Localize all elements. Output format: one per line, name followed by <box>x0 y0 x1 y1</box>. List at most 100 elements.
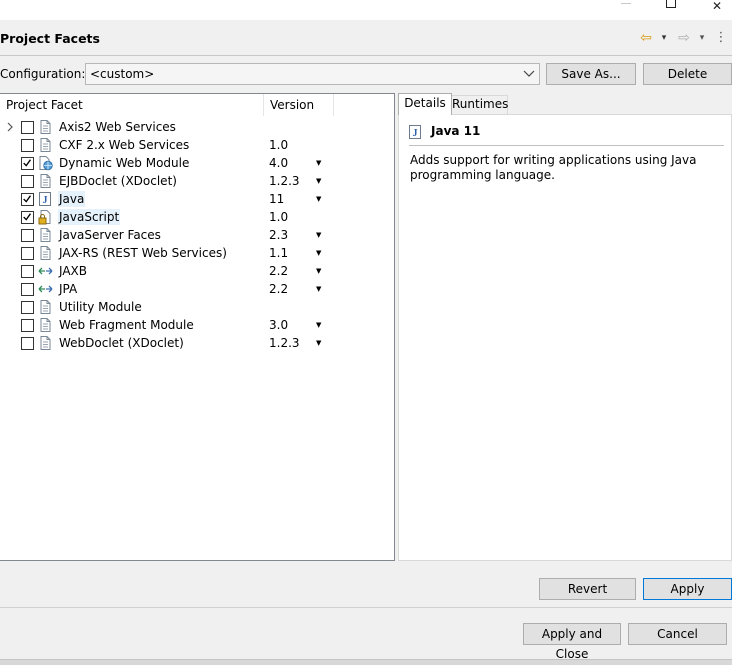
facet-version[interactable]: 2.2 <box>269 281 288 297</box>
status-bar <box>0 659 732 665</box>
column-header-version[interactable]: Version <box>264 94 334 116</box>
facet-name: JPA <box>59 282 78 296</box>
facet-name: Web Fragment Module <box>59 318 194 332</box>
facet-name: JAX-RS (REST Web Services) <box>59 246 227 260</box>
version-dropdown-icon[interactable]: ▼ <box>316 281 321 297</box>
facet-row[interactable]: J Java 11 ▼ <box>0 190 394 208</box>
facet-row[interactable]: Dynamic Web Module 4.0 ▼ <box>0 154 394 172</box>
maximize-icon <box>666 0 676 8</box>
document-icon <box>38 335 53 351</box>
facet-checkbox[interactable] <box>21 139 34 152</box>
version-dropdown-icon[interactable]: ▼ <box>316 263 321 279</box>
facet-row[interactable]: Axis2 Web Services <box>0 118 394 136</box>
facet-version[interactable]: 1.2.3 <box>269 173 300 189</box>
facet-version: 1.0 <box>269 210 289 224</box>
cancel-button[interactable]: Cancel <box>628 623 727 645</box>
version-dropdown-icon[interactable]: ▼ <box>316 155 321 171</box>
facet-row[interactable]: JPA 2.2 ▼ <box>0 280 394 298</box>
facet-row[interactable]: JavaScript 1.0 <box>0 208 394 226</box>
document-icon <box>38 299 53 315</box>
facet-table: Project Facet Version Axis2 Web Services… <box>0 93 395 561</box>
configuration-value: <custom> <box>90 67 155 81</box>
version-dropdown-icon[interactable]: ▼ <box>316 191 321 207</box>
tab-runtimes[interactable]: Runtimes <box>452 95 508 114</box>
exchange-arrows-icon <box>38 263 53 279</box>
facet-version[interactable]: 11 <box>269 191 284 207</box>
close-button[interactable]: ✕ <box>694 0 732 16</box>
back-arrow-icon[interactable]: ⇦ <box>637 29 655 47</box>
facet-row[interactable]: Web Fragment Module 3.0 ▼ <box>0 316 394 334</box>
facet-name: Utility Module <box>59 300 142 314</box>
forward-dropdown-icon[interactable]: ▾ <box>695 29 709 47</box>
configuration-select[interactable]: <custom> <box>85 63 540 85</box>
facet-checkbox[interactable] <box>21 211 34 224</box>
facet-row[interactable]: JAX-RS (REST Web Services) 1.1 ▼ <box>0 244 394 262</box>
svg-text:J: J <box>43 195 48 206</box>
facet-checkbox[interactable] <box>21 301 34 314</box>
facet-version[interactable]: 2.2 <box>269 263 288 279</box>
forward-arrow-icon[interactable]: ⇨ <box>675 29 693 47</box>
details-title: Java 11 <box>431 124 481 138</box>
facet-name: EJBDoclet (XDoclet) <box>59 174 177 188</box>
facet-name: Dynamic Web Module <box>59 156 190 170</box>
version-dropdown-icon[interactable]: ▼ <box>316 317 321 333</box>
facet-name: WebDoclet (XDoclet) <box>59 336 184 350</box>
facet-name: CXF 2.x Web Services <box>59 138 190 152</box>
apply-button[interactable]: Apply <box>643 578 732 600</box>
window-title-bar: ✕ <box>0 0 732 20</box>
close-icon: ✕ <box>711 0 723 13</box>
document-icon <box>38 119 53 135</box>
facet-checkbox[interactable] <box>21 319 34 332</box>
facet-version[interactable]: 1.2.3 <box>269 335 300 351</box>
facet-name: JavaScript <box>58 209 121 225</box>
facet-row[interactable]: EJBDoclet (XDoclet) 1.2.3 ▼ <box>0 172 394 190</box>
version-dropdown-icon[interactable]: ▼ <box>316 335 321 351</box>
chevron-right-icon[interactable] <box>6 120 14 134</box>
apply-and-close-button[interactable]: Apply and Close <box>523 623 621 661</box>
configuration-label: Configuration: <box>0 67 86 81</box>
exchange-arrows-icon <box>38 281 53 297</box>
minimize-button[interactable] <box>603 0 649 16</box>
back-dropdown-icon[interactable]: ▾ <box>657 29 671 47</box>
facet-version: 1.0 <box>269 138 289 152</box>
revert-button[interactable]: Revert <box>539 578 636 600</box>
facet-row[interactable]: Utility Module <box>0 298 394 316</box>
facet-version[interactable]: 2.3 <box>269 227 288 243</box>
version-dropdown-icon[interactable]: ▼ <box>316 173 321 189</box>
page-title: Project Facets <box>0 31 100 46</box>
details-panel: Details Runtimes J Java 11 Adds support … <box>398 93 732 561</box>
document-icon <box>38 173 53 189</box>
facet-row[interactable]: JavaServer Faces 2.3 ▼ <box>0 226 394 244</box>
facet-checkbox[interactable] <box>21 193 34 206</box>
facet-checkbox[interactable] <box>21 121 34 134</box>
facet-name: Java <box>58 191 86 207</box>
facet-version[interactable]: 4.0 <box>269 155 288 171</box>
tab-details[interactable]: Details <box>398 93 452 115</box>
document-icon <box>38 137 53 153</box>
delete-button[interactable]: Delete <box>643 63 732 85</box>
save-as-button[interactable]: Save As... <box>546 63 636 85</box>
version-dropdown-icon[interactable]: ▼ <box>316 245 321 261</box>
more-icon[interactable]: ⋮ <box>714 29 728 47</box>
facet-checkbox[interactable] <box>21 337 34 350</box>
facet-checkbox[interactable] <box>21 175 34 188</box>
document-icon <box>38 245 53 261</box>
maximize-button[interactable] <box>648 0 694 16</box>
minimize-icon <box>621 3 631 4</box>
facet-checkbox[interactable] <box>21 265 34 278</box>
details-divider <box>409 145 724 146</box>
facet-row[interactable]: JAXB 2.2 ▼ <box>0 262 394 280</box>
facet-name: JavaServer Faces <box>59 228 161 242</box>
facet-checkbox[interactable] <box>21 247 34 260</box>
facet-checkbox[interactable] <box>21 283 34 296</box>
facet-checkbox[interactable] <box>21 157 34 170</box>
facet-version[interactable]: 1.1 <box>269 245 288 261</box>
column-header-project-facet[interactable]: Project Facet <box>0 94 264 116</box>
facet-version[interactable]: 3.0 <box>269 317 288 333</box>
facet-row[interactable]: WebDoclet (XDoclet) 1.2.3 ▼ <box>0 334 394 352</box>
java-icon: J <box>409 125 421 139</box>
java-icon: J <box>38 191 53 207</box>
version-dropdown-icon[interactable]: ▼ <box>316 227 321 243</box>
facet-checkbox[interactable] <box>21 229 34 242</box>
facet-row[interactable]: CXF 2.x Web Services 1.0 <box>0 136 394 154</box>
